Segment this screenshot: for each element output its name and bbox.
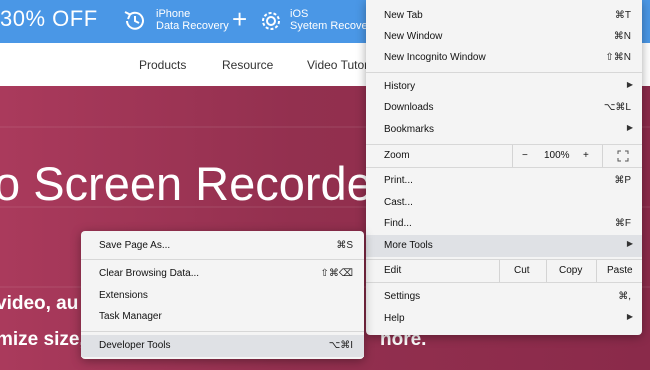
hero-subtitle-line2: mize size, xyxy=(0,329,85,350)
zoom-out-button[interactable]: − xyxy=(522,150,528,161)
menu-item-cast[interactable]: Cast... xyxy=(366,192,642,214)
menu-item-shortcut: ⇧⌘⌫ xyxy=(320,268,353,279)
menu-item-more-tools[interactable]: More Tools ▶ xyxy=(366,235,642,257)
menu-item-help[interactable]: Help ▶ xyxy=(366,308,642,330)
menu-item-history[interactable]: History ▶ xyxy=(366,76,642,98)
nav-video-tutorials[interactable]: Video Tutor xyxy=(307,58,368,72)
menu-separator xyxy=(366,167,642,168)
zoom-in-button[interactable]: + xyxy=(583,150,589,161)
menu-item-shortcut: ⌘S xyxy=(336,240,353,251)
menu-item-new-window[interactable]: New Window ⌘N xyxy=(366,26,642,48)
menu-item-print[interactable]: Print... ⌘P xyxy=(366,170,642,192)
data-recovery-icon[interactable] xyxy=(121,8,149,34)
menu-item-settings[interactable]: Settings ⌘, xyxy=(366,286,642,308)
menu-item-new-tab[interactable]: New Tab ⌘T xyxy=(366,5,642,27)
menu-item-zoom: Zoom xyxy=(366,145,642,167)
promo-offer[interactable]: 30% OFF xyxy=(0,6,98,32)
ios-recovery-link[interactable]: iOS Syetem Recovery xyxy=(290,8,377,32)
more-tools-submenu: Save Page As... ⌘S Clear Browsing Data..… xyxy=(81,231,364,359)
system-recovery-label: Syetem Recovery xyxy=(290,20,377,32)
menu-item-shortcut: ⌘F xyxy=(614,218,631,229)
menu-item-shortcut: ⌘, xyxy=(618,291,631,302)
system-recovery-gear-icon[interactable] xyxy=(258,8,284,34)
menu-item-extensions[interactable]: Extensions xyxy=(81,285,364,307)
cut-label: Cut xyxy=(514,265,530,276)
menu-item-developer-tools[interactable]: Developer Tools ⌥⌘I xyxy=(81,335,364,357)
paste-label: Paste xyxy=(607,265,633,276)
menu-item-label: Settings xyxy=(384,291,421,302)
menu-item-label: Help xyxy=(384,313,405,324)
browser-main-menu: New Tab ⌘T New Window ⌘N New Incognito W… xyxy=(366,0,642,335)
menu-separator xyxy=(366,72,642,73)
menu-item-shortcut: ⌘P xyxy=(614,175,631,186)
menu-item-label: Save Page As... xyxy=(99,240,171,251)
menu-item-save-page-as[interactable]: Save Page As... ⌘S xyxy=(81,235,364,257)
menu-separator xyxy=(81,331,364,332)
fullscreen-icon[interactable] xyxy=(617,150,629,162)
menu-item-clear-browsing-data[interactable]: Clear Browsing Data... ⇧⌘⌫ xyxy=(81,263,364,285)
menu-item-label: Print... xyxy=(384,175,413,186)
menu-item-new-incognito-window[interactable]: New Incognito Window ⇧⌘N xyxy=(366,47,642,69)
data-recovery-label: Data Recovery xyxy=(156,20,229,32)
menu-item-label: Zoom xyxy=(384,150,410,161)
menu-item-shortcut: ⇧⌘N xyxy=(605,52,631,63)
zoom-level: 100% xyxy=(544,150,570,161)
menu-item-label: Developer Tools xyxy=(99,340,171,351)
menu-item-label: Task Manager xyxy=(99,311,162,322)
menu-item-label: New Tab xyxy=(384,10,423,21)
menu-separator xyxy=(366,282,642,283)
menu-item-shortcut: ⌘N xyxy=(613,31,631,42)
hero-title: o Screen Recorde xyxy=(0,157,373,210)
menu-item-label: New Incognito Window xyxy=(384,52,486,63)
menu-item-label: Bookmarks xyxy=(384,124,435,135)
menu-item-label: History xyxy=(384,81,416,92)
submenu-arrow-icon: ▶ xyxy=(626,239,633,248)
menu-item-find[interactable]: Find... ⌘F xyxy=(366,213,642,235)
iphone-label: iPhone xyxy=(156,8,191,20)
menu-item-label: More Tools xyxy=(384,240,433,251)
copy-label: Copy xyxy=(559,265,583,276)
plus-icon: + xyxy=(232,4,248,34)
menu-item-label: Edit xyxy=(384,265,402,276)
menu-item-bookmarks[interactable]: Bookmarks ▶ xyxy=(366,119,642,141)
menu-item-label: Cast... xyxy=(384,197,413,208)
menu-separator xyxy=(81,259,364,260)
menu-item-downloads[interactable]: Downloads ⌥⌘L xyxy=(366,97,642,119)
submenu-arrow-icon: ▶ xyxy=(626,80,633,89)
hero-subtitle-line1: video, au xyxy=(0,293,79,314)
menu-item-label: New Window xyxy=(384,31,443,42)
menu-item-label: Find... xyxy=(384,218,412,229)
iphone-recovery-link[interactable]: iPhone Data Recovery xyxy=(156,8,229,32)
submenu-arrow-icon: ▶ xyxy=(626,123,633,132)
menu-item-label: Extensions xyxy=(99,290,148,301)
submenu-arrow-icon: ▶ xyxy=(626,312,633,321)
menu-item-shortcut: ⌥⌘L xyxy=(603,102,631,113)
menu-item-task-manager[interactable]: Task Manager xyxy=(81,306,364,328)
menu-item-label: Clear Browsing Data... xyxy=(99,268,200,279)
ios-label: iOS xyxy=(290,8,309,20)
menu-item-shortcut: ⌥⌘I xyxy=(328,340,353,351)
menu-item-label: Downloads xyxy=(384,102,434,113)
menu-item-shortcut: ⌘T xyxy=(614,10,631,21)
nav-products[interactable]: Products xyxy=(139,58,186,72)
nav-resource[interactable]: Resource xyxy=(222,58,273,72)
